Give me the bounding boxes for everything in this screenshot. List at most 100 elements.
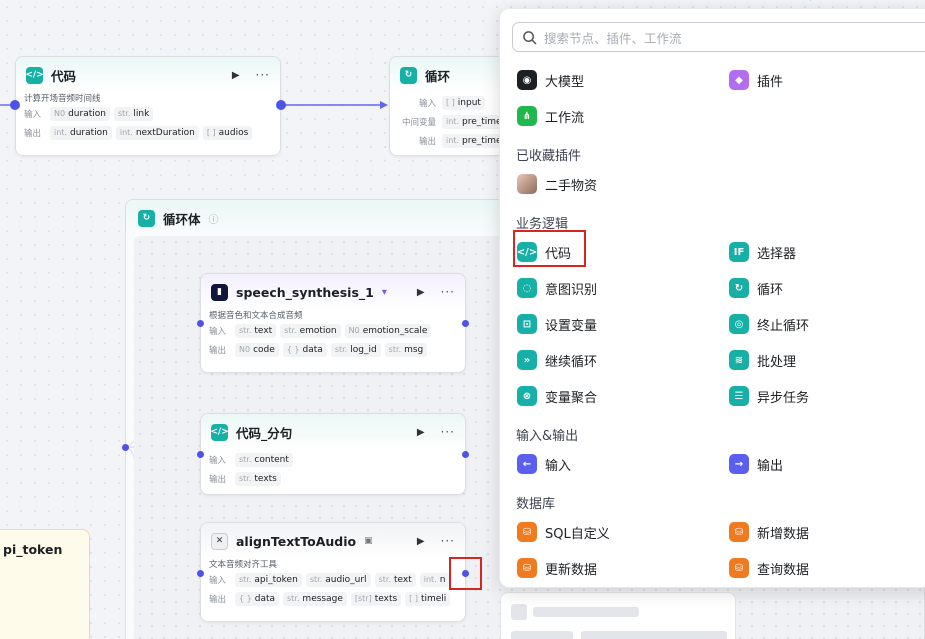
- output-port[interactable]: [462, 570, 469, 577]
- search-input[interactable]: 搜索节点、插件、工作流: [544, 28, 682, 47]
- output-label: 输出: [209, 594, 227, 605]
- input-port[interactable]: [10, 100, 20, 110]
- item-label: 选择器: [757, 246, 797, 262]
- node-title: 代码_分句: [236, 425, 293, 441]
- node-item-saved-plugin[interactable]: 二手物资: [517, 173, 597, 195]
- output-icon: →: [729, 454, 749, 474]
- item-label: 工作流: [545, 110, 585, 126]
- node-item-workflow[interactable]: ⋔ 工作流: [517, 105, 584, 127]
- item-label: 大模型: [545, 74, 585, 90]
- more-button[interactable]: ···: [441, 425, 455, 439]
- param-chip: N0 emotion_scale: [344, 323, 432, 338]
- node-item-code[interactable]: </> 代码: [517, 241, 571, 263]
- param-chip: str. text: [374, 572, 416, 587]
- query-data-icon: ⛁: [729, 558, 749, 578]
- param-chip: int. n: [419, 572, 450, 587]
- more-button[interactable]: ···: [441, 534, 455, 548]
- param-chip: str. audio_url: [305, 572, 371, 587]
- item-label: 意图识别: [545, 282, 598, 298]
- run-button[interactable]: ▶: [417, 427, 425, 438]
- input-row: 输入 str. text str. emotion N0 emotion_scale: [201, 321, 465, 340]
- param-chip: int. nextDuration: [115, 125, 199, 140]
- plugin-icon: ◆: [729, 70, 749, 90]
- more-button[interactable]: ···: [441, 285, 455, 299]
- avatar-icon: [517, 174, 537, 194]
- code-icon: </>: [210, 423, 229, 441]
- node-item-sql[interactable]: ⛁ SQL自定义: [517, 521, 610, 543]
- param-chip: { } data: [235, 591, 280, 606]
- node-item-llm[interactable]: ◉ 大模型: [517, 69, 584, 91]
- align-text-node[interactable]: ✕ alignTextToAudio ▣ ▶ ··· 文本音频对齐工具 输入 s…: [200, 522, 466, 622]
- node-item-batch[interactable]: ≋ 批处理: [729, 349, 796, 371]
- node-item-stop-loop[interactable]: ◎ 终止循环: [729, 313, 809, 335]
- node-item-set-variable[interactable]: ⊡ 设置变量: [517, 313, 597, 335]
- selector-icon: IF: [729, 242, 749, 262]
- node-item-input[interactable]: ← 输入: [517, 453, 571, 475]
- output-row: 输出 { } data str. message [str] texts [ ] tim…: [201, 589, 465, 608]
- code-split-node[interactable]: </> 代码_分句 ▶ ··· 输入 str. content 输出 str. te…: [200, 413, 466, 495]
- node-description: 文本音频对齐工具: [209, 560, 278, 570]
- output-label: 输出: [418, 136, 436, 147]
- node-item-output[interactable]: → 输出: [729, 453, 783, 475]
- node-title: pi_token: [3, 542, 63, 557]
- search-box[interactable]: 搜索节点、插件、工作流: [512, 22, 925, 52]
- param-chip: str. content: [235, 452, 293, 467]
- input-row: 输入 str. content: [201, 450, 465, 469]
- param-chip: N0 code: [235, 342, 279, 357]
- node-item-selector[interactable]: IF 选择器: [729, 241, 796, 263]
- param-chip: str. message: [283, 591, 347, 606]
- node-item-intent[interactable]: ◌ 意图识别: [517, 277, 597, 299]
- output-row: 输出 int. duration int. nextDuration [ ] audi…: [16, 123, 280, 142]
- waveform-icon: ▮: [211, 283, 228, 301]
- input-label: 输入: [209, 326, 227, 337]
- loop-start-port[interactable]: [122, 444, 129, 451]
- node-item-add-data[interactable]: ⛁ 新增数据: [729, 521, 809, 543]
- input-port[interactable]: [197, 320, 204, 327]
- tool-icon: ✕: [211, 532, 228, 550]
- node-title: alignTextToAudio: [236, 533, 357, 549]
- output-port[interactable]: [276, 100, 286, 110]
- output-port[interactable]: [462, 451, 469, 458]
- loading-node-placeholder: [500, 592, 736, 639]
- section-saved-plugins: 已收藏插件: [516, 149, 582, 164]
- node-item-async-task[interactable]: ☰ 异步任务: [729, 385, 809, 407]
- loop-icon: ↻: [138, 209, 155, 227]
- node-item-update-data[interactable]: ⛁ 更新数据: [517, 557, 597, 579]
- continue-loop-icon: »: [517, 350, 537, 370]
- node-item-loop[interactable]: ↻ 循环: [729, 277, 783, 299]
- stop-loop-icon: ◎: [729, 314, 749, 334]
- node-item-plugin[interactable]: ◆ 插件: [729, 69, 783, 91]
- code-icon: </>: [517, 242, 537, 262]
- code-node[interactable]: </> 代码 ▶ ··· 计算开场音频时间线 输入 N0 duration str…: [15, 56, 281, 156]
- item-label: 二手物资: [545, 178, 598, 194]
- node-item-continue-loop[interactable]: » 继续循环: [517, 349, 597, 371]
- input-label: 输入: [209, 455, 227, 466]
- run-button[interactable]: ▶: [232, 70, 240, 81]
- loop-icon: ↻: [400, 66, 417, 84]
- item-label: 继续循环: [545, 354, 598, 370]
- input-row: 输入 N0 duration str. link: [16, 104, 280, 123]
- input-port[interactable]: [197, 451, 204, 458]
- output-label: 输出: [209, 345, 227, 356]
- align-node-header: ✕ alignTextToAudio ▣ ▶ ···: [201, 523, 465, 559]
- output-row: 输出 str. texts: [201, 469, 465, 488]
- variable-label: 中间变量: [401, 117, 436, 128]
- info-icon[interactable]: ⓘ: [209, 211, 219, 226]
- speech-synthesis-node[interactable]: ▮ speech_synthesis_1 ▾ ▶ ··· 根据音色和文本合成音频…: [200, 273, 466, 373]
- output-port[interactable]: [462, 320, 469, 327]
- node-title: 代码: [51, 68, 77, 84]
- node-item-aggregate[interactable]: ⊗ 变量聚合: [517, 385, 597, 407]
- node-description: 根据音色和文本合成音频: [209, 311, 303, 321]
- item-label: 新增数据: [757, 526, 810, 542]
- left-node-card[interactable]: pi_token: [0, 529, 90, 639]
- run-button[interactable]: ▶: [417, 287, 425, 298]
- more-button[interactable]: ···: [256, 68, 270, 82]
- code-icon: </>: [25, 66, 44, 84]
- set-variable-icon: ⊡: [517, 314, 537, 334]
- param-chip: str. link: [113, 106, 154, 121]
- item-label: 异步任务: [757, 390, 810, 406]
- node-item-query-data[interactable]: ⛁ 查询数据: [729, 557, 809, 579]
- input-port[interactable]: [197, 570, 204, 577]
- loop-icon: ↻: [729, 278, 749, 298]
- run-button[interactable]: ▶: [417, 536, 425, 547]
